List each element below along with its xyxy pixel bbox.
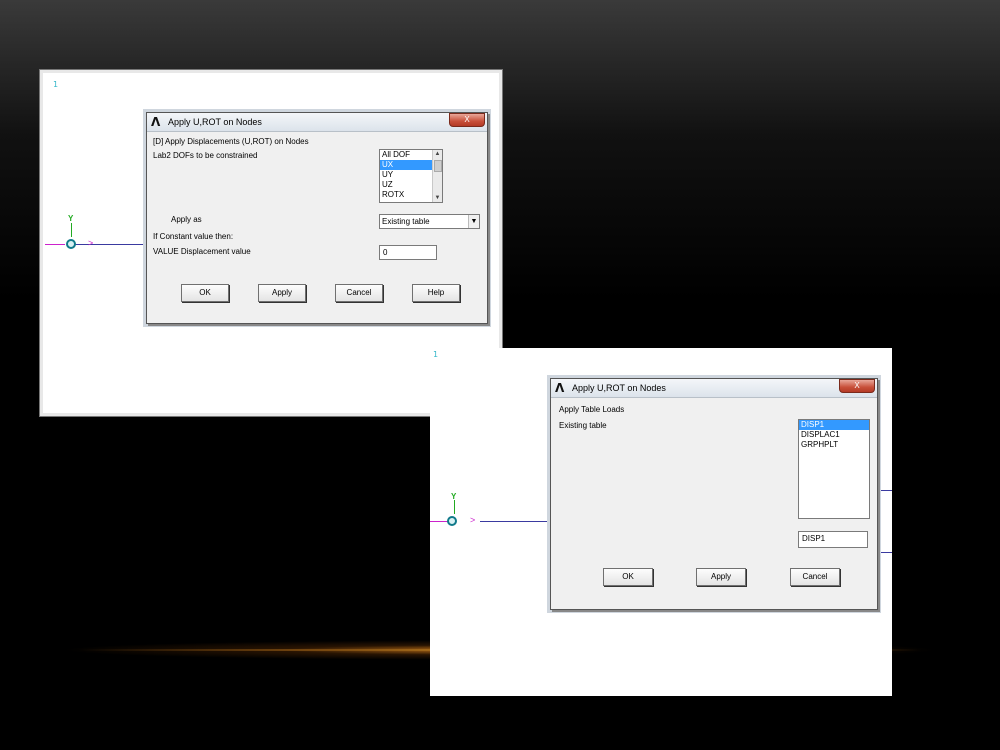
dialog-titlebar[interactable]: Λ Apply U,ROT on Nodes X [551, 379, 877, 398]
dialog-header-label: Apply Table Loads [559, 405, 625, 414]
y-axis-marker-icon: Y [68, 214, 74, 223]
lab2-label: Lab2 DOFs to be constrained [153, 151, 258, 160]
scroll-thumb[interactable] [434, 160, 442, 172]
x-arrow-icon: > [88, 238, 94, 248]
node-constraint-icon [66, 239, 76, 249]
apply-as-value: Existing table [382, 217, 430, 226]
scroll-up-icon[interactable]: ▲ [433, 150, 442, 158]
apply-button[interactable]: Apply [258, 284, 306, 302]
list-item-selected[interactable]: DISP1 [799, 420, 869, 430]
model-line-left [45, 244, 65, 245]
scroll-down-icon[interactable]: ▼ [433, 194, 442, 202]
x-arrow-icon: > [470, 515, 476, 525]
model-line-left [430, 521, 448, 522]
dialog-title: Apply U,ROT on Nodes [168, 117, 262, 127]
y-axis-stem [454, 500, 455, 514]
window-number-label: 1 [53, 80, 59, 89]
if-constant-label: If Constant value then: [153, 232, 234, 241]
dialog-titlebar[interactable]: Λ Apply U,ROT on Nodes X [147, 113, 487, 132]
existing-table-label: Existing table [559, 421, 607, 430]
value-label: VALUE Displacement value [153, 247, 251, 256]
dialog-header-label: [D] Apply Displacements (U,ROT) on Nodes [153, 137, 309, 146]
dialog-title: Apply U,ROT on Nodes [572, 383, 666, 393]
list-item[interactable]: GRPHPLT [799, 440, 869, 450]
ok-button[interactable]: OK [603, 568, 653, 586]
ansys-logo-icon: Λ [555, 381, 565, 395]
y-axis-stem [71, 223, 72, 237]
displacement-value-input[interactable]: 0 [379, 245, 437, 260]
listbox-scrollbar[interactable]: ▲ ▼ [432, 150, 442, 202]
list-item[interactable]: DISPLAC1 [799, 430, 869, 440]
close-button[interactable]: X [449, 113, 485, 127]
apply-as-label: Apply as [171, 215, 202, 224]
dof-listbox[interactable]: All DOF UX UY UZ ROTX ▲ ▼ [379, 149, 443, 203]
close-button[interactable]: X [839, 379, 875, 393]
chevron-down-icon[interactable]: ▼ [468, 215, 479, 228]
table-name-input[interactable]: DISP1 [798, 531, 868, 548]
model-line [73, 244, 153, 245]
apply-table-loads-dialog: Λ Apply U,ROT on Nodes X Apply Table Loa… [550, 378, 878, 610]
apply-as-dropdown[interactable]: Existing table ▼ [379, 214, 480, 229]
table-listbox[interactable]: DISP1 DISPLAC1 GRPHPLT [798, 419, 870, 519]
ok-button[interactable]: OK [181, 284, 229, 302]
apply-displacement-dialog: Λ Apply U,ROT on Nodes X [D] Apply Displ… [146, 112, 488, 324]
cancel-button[interactable]: Cancel [335, 284, 383, 302]
y-axis-marker-icon: Y [451, 492, 457, 501]
help-button[interactable]: Help [412, 284, 460, 302]
apply-button[interactable]: Apply [696, 568, 746, 586]
dialog-body: Apply Table Loads Existing table DISP1 D… [555, 401, 873, 605]
window-number-label: 1 [433, 350, 439, 359]
model-line [480, 521, 550, 522]
cancel-button[interactable]: Cancel [790, 568, 840, 586]
ansys-logo-icon: Λ [151, 115, 161, 129]
dialog-body: [D] Apply Displacements (U,ROT) on Nodes… [151, 135, 483, 319]
node-constraint-icon [447, 516, 457, 526]
